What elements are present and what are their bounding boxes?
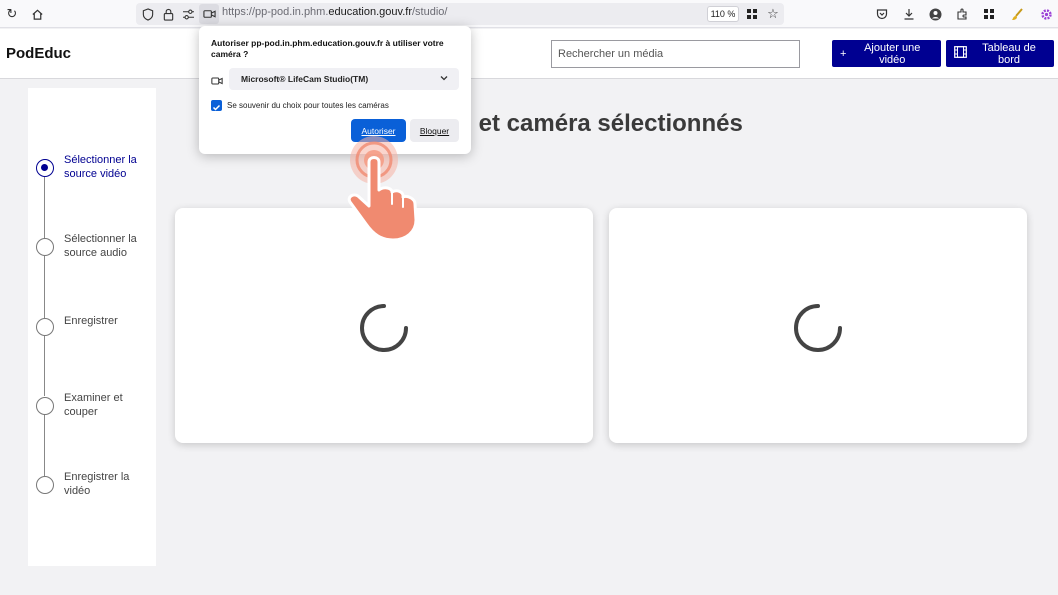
plus-icon: + (840, 47, 847, 60)
url-text[interactable]: https://pp-pod.in.phm.education.gouv.fr/… (222, 6, 447, 18)
camera-permission-popup: Autoriser pp-pod.in.phm.education.gouv.f… (199, 26, 471, 154)
lock-icon[interactable] (158, 4, 178, 24)
camera-permission-icon[interactable] (199, 4, 219, 24)
film-icon (954, 46, 967, 61)
brush-extension-icon[interactable] (1007, 4, 1027, 24)
step-label: Enregistrer (64, 315, 118, 327)
pocket-icon[interactable] (872, 4, 892, 24)
step-connector (44, 414, 45, 476)
step-label: Enregistrer la vidéo (64, 471, 130, 497)
camera-select[interactable]: Microsoft® LifeCam Studio(TM) (229, 68, 459, 90)
step-connector (44, 177, 45, 239)
step-indicator-active (36, 159, 54, 177)
dashboard-label: Tableau de bord (982, 41, 1036, 66)
step-label: Sélectionner la source vidéo (64, 154, 137, 180)
download-icon[interactable] (899, 4, 919, 24)
click-hand-icon (347, 136, 418, 242)
chevron-down-icon (440, 76, 448, 81)
app-header: PodEduc + Ajouter une vidéo Tableau de b… (0, 29, 1058, 79)
site-logo[interactable]: PodEduc (6, 45, 71, 62)
loading-spinner-icon (794, 304, 842, 352)
dashboard-button[interactable]: Tableau de bord (946, 40, 1054, 67)
checkmark-icon (212, 104, 221, 111)
camera-icon (211, 73, 223, 85)
remember-choice-checkbox[interactable] (211, 100, 222, 111)
loading-spinner-icon (360, 304, 408, 352)
bookmark-star-icon[interactable]: ☆ (763, 4, 783, 24)
media-search-input[interactable] (551, 40, 800, 68)
zoom-level-badge[interactable]: 110 % (707, 6, 739, 22)
step-label: Sélectionner la source audio (64, 233, 137, 259)
gear-extension-icon[interactable] (1036, 4, 1056, 24)
step-connector (44, 256, 45, 318)
camera-select-value: Microsoft® LifeCam Studio(TM) (241, 74, 369, 84)
step-label: Examiner et couper (64, 392, 123, 418)
permission-title: Autoriser pp-pod.in.phm.education.gouv.f… (211, 38, 444, 59)
camera-preview-card (609, 208, 1027, 443)
home-icon[interactable] (27, 4, 47, 24)
step-indicator (36, 397, 54, 415)
reader-grid-icon[interactable] (742, 4, 762, 24)
step-indicator (36, 476, 54, 494)
step-indicator (36, 318, 54, 336)
apps-grid-icon[interactable] (979, 4, 999, 24)
account-icon[interactable] (925, 4, 945, 24)
remember-choice-label[interactable]: Se souvenir du choix pour toutes les cam… (227, 101, 389, 110)
step-indicator (36, 238, 54, 256)
add-video-button[interactable]: + Ajouter une vidéo (832, 40, 941, 67)
extensions-icon[interactable] (952, 4, 972, 24)
permissions-icon[interactable] (178, 4, 198, 24)
step-connector (44, 336, 45, 396)
browser-toolbar: ↻ https://pp-pod.in.phm.education.gouv.f… (0, 0, 1058, 28)
shield-icon[interactable] (138, 4, 158, 24)
page-title: an et caméra sélectionnés (444, 110, 743, 137)
add-video-label: Ajouter une vidéo (864, 41, 921, 66)
reload-icon[interactable]: ↻ (2, 4, 22, 24)
recording-stepper: Sélectionner la source vidéo Sélectionne… (28, 88, 156, 566)
